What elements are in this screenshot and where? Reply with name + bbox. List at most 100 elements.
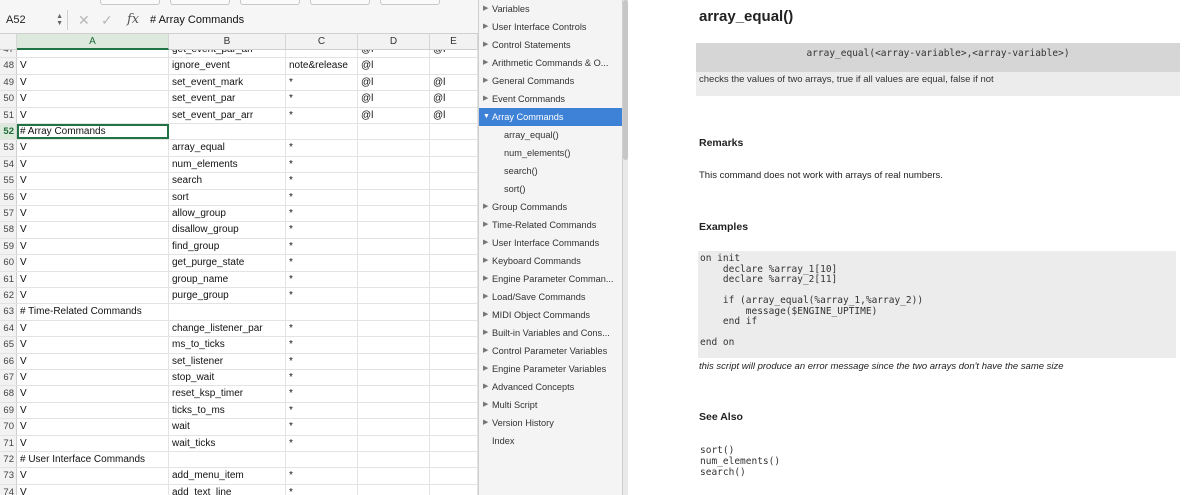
cell-c[interactable]: * <box>286 386 358 402</box>
disclosure-closed-icon[interactable]: ▶ <box>483 54 488 72</box>
cell-a[interactable]: V <box>17 386 169 402</box>
cell-e[interactable] <box>430 337 478 353</box>
disclosure-closed-icon[interactable]: ▶ <box>483 198 488 216</box>
cell-e[interactable] <box>430 124 478 140</box>
cell-b[interactable] <box>169 452 286 468</box>
cell-c[interactable]: * <box>286 419 358 435</box>
cell-e[interactable] <box>430 173 478 189</box>
nav-item[interactable]: ▶ Advanced Concepts <box>479 378 622 396</box>
disclosure-closed-icon[interactable]: ▶ <box>483 270 488 288</box>
row-number[interactable]: 74 <box>0 484 17 495</box>
row-number[interactable]: 73 <box>0 468 17 484</box>
row-number[interactable]: 62 <box>0 288 17 304</box>
cell-d[interactable] <box>358 386 430 402</box>
cell-c[interactable] <box>286 124 358 140</box>
cell-d[interactable]: @l <box>358 58 430 74</box>
row-number[interactable]: 47 <box>0 50 17 58</box>
disclosure-closed-icon[interactable]: ▶ <box>483 414 488 432</box>
row-number[interactable]: 72 <box>0 452 17 468</box>
cell-d[interactable] <box>358 337 430 353</box>
disclosure-closed-icon[interactable]: ▶ <box>483 306 488 324</box>
cell-d[interactable] <box>358 189 430 205</box>
disclosure-open-icon[interactable]: ▼ <box>483 108 490 126</box>
disclosure-closed-icon[interactable]: ▶ <box>483 342 488 360</box>
cell-c[interactable] <box>286 304 358 320</box>
cell-d[interactable] <box>358 156 430 173</box>
cell-e[interactable] <box>430 206 478 222</box>
cell-e[interactable] <box>430 304 478 320</box>
confirm-icon[interactable]: ✓ <box>101 12 113 29</box>
disclosure-closed-icon[interactable]: ▶ <box>483 0 488 18</box>
cell-a[interactable]: V <box>17 402 169 419</box>
row-number[interactable]: 69 <box>0 402 17 419</box>
cell-b[interactable]: array_equal <box>169 140 286 156</box>
nav-item[interactable]: sort() <box>479 180 622 198</box>
cell-e[interactable] <box>430 255 478 271</box>
cell-a[interactable]: V <box>17 156 169 173</box>
cell-b[interactable]: allow_group <box>169 206 286 222</box>
cell-a[interactable]: V <box>17 140 169 156</box>
cell-e[interactable]: @l <box>430 91 478 107</box>
cell-a[interactable]: V <box>17 255 169 271</box>
nav-item[interactable]: ▶ Keyboard Commands <box>479 252 622 270</box>
cell-c[interactable]: * <box>286 140 358 156</box>
cell-b[interactable]: set_event_par <box>169 91 286 107</box>
cell-d[interactable] <box>358 206 430 222</box>
cell-c[interactable]: * <box>286 337 358 353</box>
cell-a[interactable]: V <box>17 484 169 495</box>
cell-a[interactable]: V <box>17 238 169 255</box>
cell-d[interactable] <box>358 173 430 189</box>
cell-e[interactable] <box>430 353 478 369</box>
nav-item[interactable]: ▶ Arithmetic Commands & O... <box>479 54 622 72</box>
cell-a[interactable]: V <box>17 320 169 337</box>
cell-a[interactable]: # Time-Related Commands <box>17 304 169 320</box>
disclosure-closed-icon[interactable]: ▶ <box>483 396 488 414</box>
disclosure-closed-icon[interactable]: ▶ <box>483 90 488 108</box>
cell-e[interactable] <box>430 238 478 255</box>
cell-b[interactable]: get_purge_state <box>169 255 286 271</box>
cell-c[interactable]: * <box>286 206 358 222</box>
cell-e[interactable] <box>430 419 478 435</box>
cell-d[interactable] <box>358 140 430 156</box>
cell-a[interactable]: V <box>17 58 169 74</box>
see-also-link[interactable]: sort() <box>700 445 780 456</box>
nav-item[interactable]: ▶ Load/Save Commands <box>479 288 622 306</box>
cell-c[interactable] <box>286 452 358 468</box>
row-number[interactable]: 65 <box>0 337 17 353</box>
name-box[interactable]: A52 ▲ ▼ <box>0 10 68 30</box>
cell-a[interactable]: # Array Commands <box>17 124 169 140</box>
cell-e[interactable] <box>430 484 478 495</box>
disclosure-closed-icon[interactable]: ▶ <box>483 72 488 90</box>
cell-d[interactable] <box>358 222 430 238</box>
disclosure-closed-icon[interactable]: ▶ <box>483 324 488 342</box>
cell-d[interactable]: @l <box>358 74 430 91</box>
cell-a[interactable]: V <box>17 353 169 369</box>
cell-b[interactable]: ignore_event <box>169 58 286 74</box>
cell-b[interactable]: change_listener_par <box>169 320 286 337</box>
nav-item[interactable]: ▶ General Commands <box>479 72 622 90</box>
cell-c[interactable]: * <box>286 320 358 337</box>
cell-d[interactable] <box>358 402 430 419</box>
cell-e[interactable] <box>430 58 478 74</box>
row-number[interactable]: 59 <box>0 238 17 255</box>
cell-e[interactable]: @l <box>430 74 478 91</box>
cell-a[interactable]: V <box>17 435 169 451</box>
cell-c[interactable]: * <box>286 107 358 123</box>
row-number[interactable]: 70 <box>0 419 17 435</box>
cell-d[interactable] <box>358 304 430 320</box>
cell-d[interactable] <box>358 435 430 451</box>
cell-c[interactable]: * <box>286 74 358 91</box>
cell-e[interactable] <box>430 386 478 402</box>
row-number[interactable]: 66 <box>0 353 17 369</box>
cell-d[interactable] <box>358 370 430 386</box>
cell-e[interactable] <box>430 402 478 419</box>
row-number[interactable]: 55 <box>0 173 17 189</box>
cell-d[interactable] <box>358 468 430 484</box>
cell-b[interactable]: ms_to_ticks <box>169 337 286 353</box>
disclosure-closed-icon[interactable]: ▶ <box>483 216 488 234</box>
cell-d[interactable]: @l <box>358 107 430 123</box>
nav-item[interactable]: ▶ Control Parameter Variables <box>479 342 622 360</box>
cell-e[interactable] <box>430 140 478 156</box>
cell-d[interactable] <box>358 353 430 369</box>
cell-c[interactable]: note&release <box>286 58 358 74</box>
